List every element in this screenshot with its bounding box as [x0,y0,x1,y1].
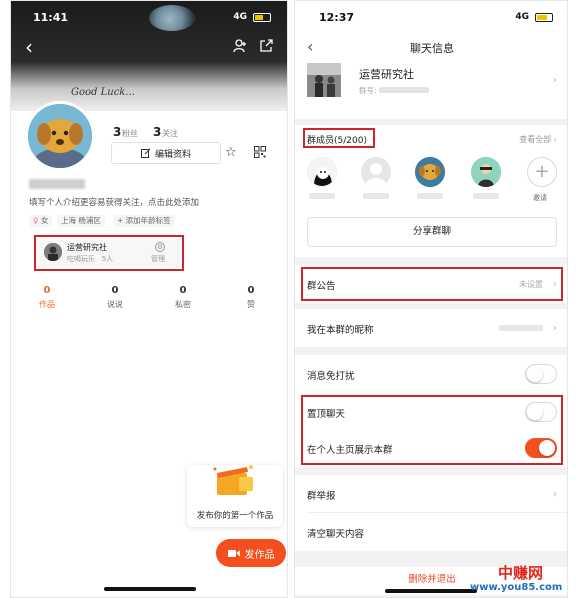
nickname-value-blurred [499,325,543,331]
gender-tag: ♀ 女 [29,215,53,227]
group-number-label: 群号: [359,86,377,95]
following-label: 关注 [162,129,178,138]
do-not-disturb-label: 消息免打扰 [307,371,355,382]
bio-text[interactable]: 填写个人介绍更容易获得关注，点击此处添加 [29,196,199,208]
page-title: 聊天信息 [410,42,454,55]
following-count[interactable]: 3 [153,125,161,139]
group-name: 运营研究社 [359,68,414,81]
star-icon[interactable]: ☆ [225,144,237,162]
profile-avatar[interactable] [25,101,95,171]
edit-profile-button[interactable]: 编辑资料 [111,142,221,164]
status-network: 4G [515,12,529,22]
clear-chat-row[interactable]: 清空聊天内容 [295,513,567,551]
username-blurred [29,179,85,189]
status-time: 11:41 [33,11,69,24]
publish-work-button[interactable]: 发作品 [216,539,286,567]
report-group-row[interactable]: 群举报 › [295,475,567,513]
first-work-prompt[interactable]: 发布你的第一个作品 [187,465,283,527]
chat-info-screen: 12:37 4G ‹ 聊天信息 运营研究社 群号: › 群成员(5/200) 查… [294,0,568,598]
clear-chat-label: 清空聊天内容 [307,529,365,540]
tab-posts[interactable]: 0 说说 [95,285,135,310]
tab-works[interactable]: 0 作品 [27,285,67,310]
my-nickname-label: 我在本群的昵称 [307,325,374,336]
tab-private[interactable]: 0 私密 [163,285,203,310]
video-camera-icon [227,549,240,557]
status-time: 12:37 [319,11,355,24]
cover-handwriting: Good Luck... [71,87,135,98]
qrcode-icon[interactable] [254,146,266,158]
member-name-blurred [417,193,443,199]
clapperboard-icon [213,465,253,495]
status-bar: 11:41 4G [11,9,287,27]
watermark-cn: 中赚网 [498,564,544,582]
view-all-members-link[interactable]: 查看全部 › [519,134,557,145]
share-group-button[interactable]: 分享群聊 [307,217,557,247]
my-nickname-row[interactable]: 我在本群的昵称 › [295,309,567,347]
first-work-text: 发布你的第一个作品 [196,511,274,521]
do-not-disturb-toggle[interactable] [525,364,557,384]
chevron-right-icon: › [552,487,557,500]
member-name-blurred [309,193,335,199]
highlight-box-members-title [303,128,375,148]
highlight-box-group-notice [301,267,563,301]
invite-label: 邀请 [533,194,547,202]
member-name-blurred [363,193,389,199]
battery-icon [253,13,271,22]
member-avatar[interactable] [415,157,445,187]
status-network: 4G [233,12,247,22]
home-indicator [104,587,196,591]
tab-likes[interactable]: 0赞 [231,285,271,310]
back-arrow-icon[interactable]: ‹ [25,37,33,57]
highlight-box-toggles [301,395,563,465]
watermark-en: www.you85.com [470,582,563,593]
chevron-right-icon: › [552,321,557,334]
home-indicator [385,589,477,593]
member-name-blurred [473,193,499,199]
do-not-disturb-row: 消息免打扰 [295,355,567,393]
add-age-tag[interactable]: + 添加年龄标签 [113,215,175,227]
chevron-right-icon[interactable]: › [553,73,557,86]
group-number-blurred [379,87,429,93]
report-group-label: 群举报 [307,491,336,502]
highlight-box-group-card [34,235,184,271]
group-avatar[interactable] [307,63,341,97]
add-friend-icon[interactable] [233,39,247,53]
chat-info-header-section: 12:37 4G ‹ 聊天信息 运营研究社 群号: › [295,1,567,119]
battery-icon [535,13,553,22]
publish-label: 发作品 [244,549,275,561]
member-avatar[interactable] [471,157,501,187]
fans-count[interactable]: 3 [113,125,121,139]
invite-plus-icon[interactable]: + [527,157,557,187]
profile-screen: Good Luck... 11:41 4G ‹ 3 粉丝 3 关注 编辑资料 ☆… [10,0,288,598]
site-watermark: 中赚网 www.you85.com [468,562,574,596]
profile-tabs: 0 作品 0 说说 0 私密 0赞 [11,285,287,313]
edit-icon [140,148,151,158]
edit-profile-label: 编辑资料 [154,149,191,160]
status-bar: 12:37 4G [295,9,567,27]
member-avatar[interactable] [361,157,391,187]
member-avatar[interactable] [307,157,337,187]
fans-label: 粉丝 [122,129,138,138]
location-tag: 上海 杨浦区 [57,215,105,227]
share-icon[interactable] [259,39,273,53]
